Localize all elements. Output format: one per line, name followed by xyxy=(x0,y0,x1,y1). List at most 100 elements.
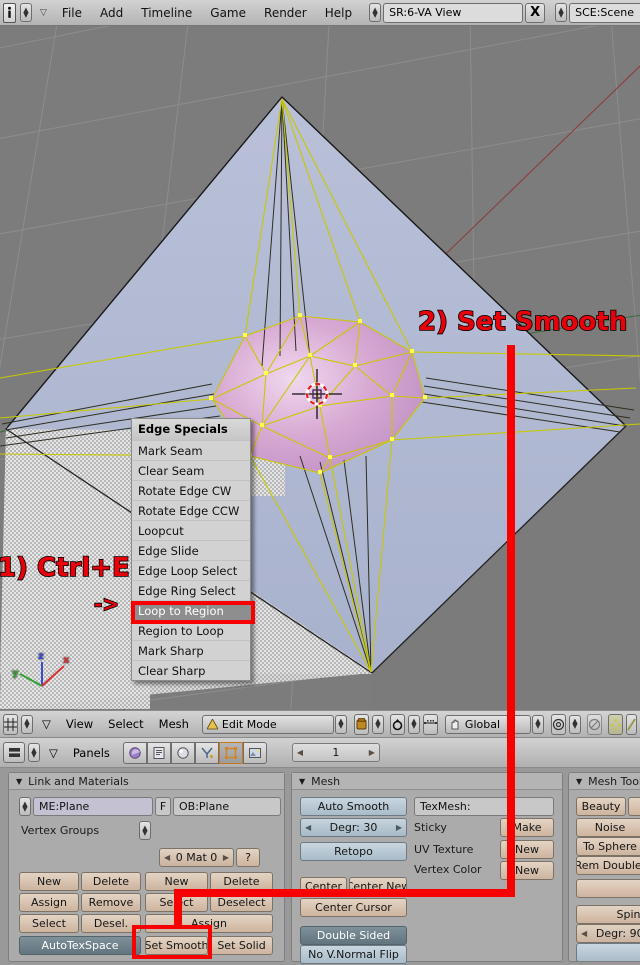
frame-field[interactable]: ◀ 1 ▶ xyxy=(291,743,380,762)
menu-item-clear-sharp[interactable]: Clear Sharp xyxy=(132,660,250,680)
texmesh-field[interactable]: TexMesh: xyxy=(414,797,554,816)
menu-item-rotate-edge-ccw[interactable]: Rotate Edge CCW xyxy=(132,500,250,520)
draw-type-icon[interactable] xyxy=(353,713,369,735)
object-icon[interactable] xyxy=(146,741,171,764)
spin-button[interactable]: Spin xyxy=(576,905,640,924)
mat-next-arrow[interactable]: ▶ xyxy=(223,853,229,862)
menu-item-loopcut[interactable]: Loopcut xyxy=(132,520,250,540)
screen-selector-spinner[interactable]: ▲ ▼ xyxy=(369,3,382,22)
delete-screen-button[interactable]: X xyxy=(525,2,546,23)
menu-item-edge-ring-select[interactable]: Edge Ring Select xyxy=(132,580,250,600)
panel-mesh-tools: ▼ Mesh Tools Beauty Sho Noise To Sphere … xyxy=(568,772,640,962)
menu-add[interactable]: Add xyxy=(93,6,130,20)
autotexspace-button[interactable]: AutoTexSpace xyxy=(19,936,141,955)
proportional-edit-icon[interactable] xyxy=(607,713,623,735)
menu-file[interactable]: File xyxy=(55,6,89,20)
topbar-editor-spinner[interactable]: ▲ ▼ xyxy=(20,3,32,22)
auto-smooth-degr-field[interactable]: ◀ Degr: 30 ▶ xyxy=(300,818,407,837)
menu-item-edge-slide[interactable]: Edge Slide xyxy=(132,540,250,560)
menu-item-rotate-edge-cw[interactable]: Rotate Edge CW xyxy=(132,480,250,500)
menu-help[interactable]: Help xyxy=(318,6,359,20)
menu-render[interactable]: Render xyxy=(257,6,314,20)
degr-prev-arrow[interactable]: ◀ xyxy=(305,823,311,832)
rotate-manip-icon[interactable] xyxy=(550,713,566,735)
degr-next-arrow[interactable]: ▶ xyxy=(396,823,402,832)
shading-icon[interactable] xyxy=(122,741,147,764)
vg-delete-button[interactable]: Delete xyxy=(81,872,141,891)
panel-header-link-and-materials[interactable]: ▼ Link and Materials xyxy=(9,773,284,790)
keep-original-button[interactable]: Keep xyxy=(576,943,640,961)
vg-new-button[interactable]: New xyxy=(19,872,79,891)
pivot-icon[interactable] xyxy=(389,713,405,735)
menu-game[interactable]: Game xyxy=(203,6,253,20)
mat-prev-arrow[interactable]: ◀ xyxy=(164,853,170,862)
buttons-editor-spinner[interactable]: ▲ ▼ xyxy=(28,743,40,762)
vg-select-button[interactable]: Select xyxy=(19,914,79,933)
scale-manip-icon[interactable] xyxy=(586,713,602,735)
callout-line-vertical-left xyxy=(174,889,182,929)
editor-type-spinner[interactable]: ▲ ▼ xyxy=(21,714,33,734)
fake-user-button[interactable]: F xyxy=(155,797,171,816)
material-index-field[interactable]: ◀ 0 Mat 0 ▶ xyxy=(159,848,234,867)
set-solid-button[interactable]: Set Solid xyxy=(210,936,273,955)
beauty-button[interactable]: Beauty xyxy=(576,797,626,816)
vertex-group-spinner[interactable]: ▲ ▼ xyxy=(139,821,151,840)
snap-icon[interactable] xyxy=(422,713,438,735)
spin-degr-prev-arrow[interactable]: ◀ xyxy=(581,929,587,938)
retopo-button[interactable]: Retopo xyxy=(300,842,407,861)
double-sided-button[interactable]: Double Sided xyxy=(300,926,407,945)
editing-icon[interactable] xyxy=(218,741,243,764)
mode-selector[interactable]: Edit Mode xyxy=(201,714,334,734)
panel-header-mesh[interactable]: ▼ Mesh xyxy=(292,773,562,790)
center-cursor-button[interactable]: Center Cursor xyxy=(300,898,407,917)
scene-selector-spinner[interactable]: ▲ ▼ xyxy=(555,3,568,22)
frame-next-arrow[interactable]: ▶ xyxy=(369,748,375,757)
transform-orientation-selector[interactable]: Global xyxy=(444,714,531,734)
blender-logo-icon[interactable] xyxy=(3,2,16,23)
no-vnormal-flip-button[interactable]: No V.Normal Flip xyxy=(300,945,407,964)
material-icon[interactable] xyxy=(170,741,195,764)
pivot-spinner[interactable]: ▲ ▼ xyxy=(407,714,420,734)
spin-degr-field[interactable]: ◀ Degr: 90.00 xyxy=(576,924,640,943)
noise-button[interactable]: Noise xyxy=(576,818,640,837)
scene-icon[interactable] xyxy=(242,741,267,764)
limit-field[interactable] xyxy=(576,879,640,898)
material-help-button[interactable]: ? xyxy=(236,848,260,867)
menu-view[interactable]: View xyxy=(60,717,99,731)
menu-item-edge-loop-select[interactable]: Edge Loop Select xyxy=(132,560,250,580)
menu-item-mark-sharp[interactable]: Mark Sharp xyxy=(132,640,250,660)
panel-title-link-and-materials: Link and Materials xyxy=(28,774,129,788)
view-menu-collapse-icon[interactable]: ▽ xyxy=(36,717,57,731)
physics-icon[interactable] xyxy=(194,741,219,764)
mesh-browse-spinner[interactable]: ▲ ▼ xyxy=(19,797,31,816)
menu-mesh[interactable]: Mesh xyxy=(153,717,195,731)
occlude-icon[interactable] xyxy=(625,713,638,735)
orientation-spinner[interactable]: ▲ ▼ xyxy=(531,714,544,734)
buttons-editor-icon[interactable] xyxy=(3,742,25,763)
rem-doubles-button[interactable]: Rem Doubles xyxy=(576,856,640,875)
draw-type-spinner[interactable]: ▲ ▼ xyxy=(371,714,384,734)
topbar-menu-collapse-icon[interactable]: ▽ xyxy=(36,8,51,18)
collapse-triangle-icon-tools[interactable]: ▼ xyxy=(576,777,582,786)
short-button[interactable]: Sho xyxy=(628,797,640,816)
menu-item-mark-seam[interactable]: Mark Seam xyxy=(132,440,250,460)
scene-name-field[interactable]: SCE:Scene xyxy=(569,2,640,23)
to-sphere-button[interactable]: To Sphere xyxy=(576,837,640,856)
screen-name-field[interactable]: SR:6-VA View xyxy=(383,2,524,23)
menu-select[interactable]: Select xyxy=(102,717,149,731)
vg-remove-button[interactable]: Remove xyxy=(81,893,141,912)
mesh-name-field[interactable]: ME:Plane xyxy=(33,797,153,816)
collapse-triangle-icon[interactable]: ▼ xyxy=(16,777,22,786)
edge-specials-menu[interactable]: Edge Specials Mark Seam Clear Seam Rotat… xyxy=(131,418,251,681)
grid-editor-icon[interactable] xyxy=(3,713,18,735)
panel-header-mesh-tools[interactable]: ▼ Mesh Tools xyxy=(569,773,640,790)
collapse-triangle-icon-mesh[interactable]: ▼ xyxy=(299,777,305,786)
menu-item-clear-seam[interactable]: Clear Seam xyxy=(132,460,250,480)
menu-timeline[interactable]: Timeline xyxy=(134,6,199,20)
vg-assign-button[interactable]: Assign xyxy=(19,893,79,912)
panels-menu-collapse-icon[interactable]: ▽ xyxy=(43,746,64,760)
auto-smooth-button[interactable]: Auto Smooth xyxy=(300,797,407,816)
manip-spinner[interactable]: ▲ ▼ xyxy=(568,714,581,734)
frame-prev-arrow[interactable]: ◀ xyxy=(297,748,303,757)
mode-spinner[interactable]: ▲ ▼ xyxy=(334,714,347,734)
